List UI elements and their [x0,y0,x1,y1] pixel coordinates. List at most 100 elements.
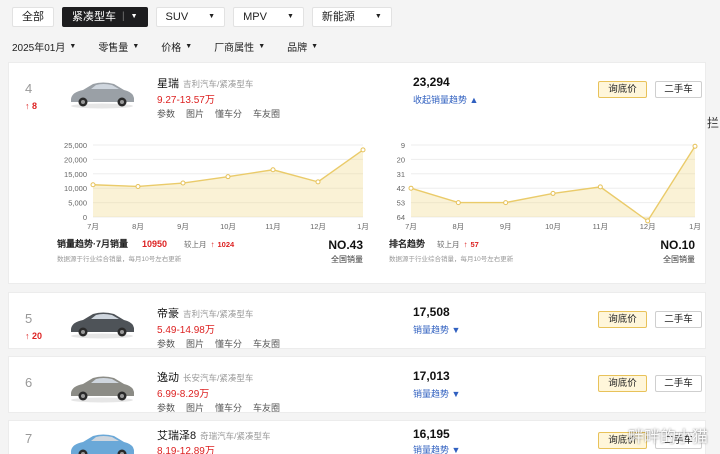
data-source-note: 数据源于行业综合销量，每月10号左右更新 [57,254,182,263]
car-name[interactable]: 星瑞 [157,78,179,90]
y-tick-label: 15,000 [64,170,87,179]
sales-trend-chart: 25,000 20,000 15,000 10,000 5,000 07月 8月 9月 10月 1… [57,141,369,264]
x-tick-label: 7月 [87,222,99,231]
car-hub [81,100,85,104]
link-score[interactable]: 懂车分 [215,401,242,414]
filter-sales-type[interactable]: 零售量 ▼ [98,39,139,54]
car-image[interactable] [67,371,137,403]
rank-change-value: 8 [32,101,38,111]
x-tick-label: 11月 [593,222,608,231]
trend-toggle[interactable]: 销量趋势 ▼ [413,443,460,454]
car-name[interactable]: 逸动 [157,372,179,384]
tab-mpv[interactable]: MPV ▼ [233,7,304,27]
footer-title: 销量趋势·7月销量 [57,238,128,249]
chevron-down-icon: ▼ [132,43,140,50]
caret-down-icon: ▼ [451,445,461,454]
car-title: 帝豪 吉利汽车/紧凑型车 [157,305,253,321]
tab-all[interactable]: 全部 [12,7,54,27]
ranking-row: 5 ↑ 20 帝豪 吉利汽车/紧凑型车 5.49-14.98万 参数 图片 懂车分… [8,292,706,349]
car-name[interactable]: 帝豪 [157,308,179,320]
car-maker: 吉利汽车/紧凑型车 [183,79,254,89]
rank-number: 4 [25,81,33,96]
used-car-button[interactable]: 二手车 [655,81,702,98]
data-point [692,143,698,149]
filter-price[interactable]: 价格 ▼ [161,39,192,54]
area-fill [93,149,363,217]
chevron-down-icon: ▼ [286,13,294,20]
link-images[interactable]: 图片 [186,401,204,414]
link-community[interactable]: 车友圈 [253,337,280,350]
up-arrow-icon: ↑ [211,240,215,249]
tab-label: SUV [165,11,189,23]
car-hub [81,330,85,334]
chevron-down-icon: ▼ [130,13,138,20]
data-point [503,200,509,206]
tab-new-energy[interactable]: 新能源 ▼ [311,7,392,27]
used-car-button[interactable]: 二手车 [655,375,702,392]
filter-label: 零售量 [98,43,129,54]
rank-change-value: 20 [32,331,43,341]
y-tick-label: 5,000 [68,199,87,208]
ask-price-button[interactable]: 询底价 [598,311,647,328]
y-tick-label: 0 [83,213,87,222]
car-hub [120,100,124,104]
link-images[interactable]: 图片 [186,337,204,350]
link-params[interactable]: 参数 [157,401,175,414]
compare-label: 较上月 [184,239,207,249]
data-point [225,174,231,180]
ask-price-button[interactable]: 询底价 [598,81,647,98]
tab-label: MPV [243,11,267,23]
ask-price-button[interactable]: 询底价 [598,375,647,392]
trend-toggle[interactable]: 销量趋势 ▼ [413,323,460,336]
tab-label: 紧凑型车 [72,11,116,23]
x-tick-label: 8月 [132,222,144,231]
trend-toggle[interactable]: 销量趋势 ▼ [413,387,460,400]
tab-label: 全部 [22,11,44,23]
chevron-down-icon: ▼ [185,43,193,50]
car-image[interactable] [67,429,137,454]
data-point [90,182,96,188]
filter-maker-type[interactable]: 厂商属性 ▼ [214,39,265,54]
link-score[interactable]: 懂车分 [215,107,242,120]
link-score[interactable]: 懂车分 [215,337,242,350]
tab-compact-car[interactable]: 紧凑型车 | ▼ [62,7,148,27]
car-maker: 吉利汽车/紧凑型车 [183,309,254,319]
sales-count: 23,294 [413,75,450,89]
link-community[interactable]: 车友圈 [253,107,280,120]
used-car-button[interactable]: 二手车 [655,311,702,328]
y-tick-label: 25,000 [64,141,87,150]
x-tick-label: 11月 [265,222,280,231]
link-params[interactable]: 参数 [157,107,175,120]
car-image[interactable] [67,307,137,339]
sales-count: 17,508 [413,305,450,319]
trend-label: 销量趋势 [413,389,450,399]
car-price: 8.19-12.89万 [157,446,215,454]
filter-label: 品牌 [287,43,308,54]
x-tick-label: 12月 [310,222,326,231]
up-arrow-icon: ↑ [25,331,30,341]
car-maker: 长安汽车/紧凑型车 [183,373,254,383]
national-rank-label: 全国销量 [663,254,695,264]
y-tick-label: 10,000 [64,184,87,193]
car-name[interactable]: 艾瑞泽8 [157,430,196,442]
link-community[interactable]: 车友圈 [253,401,280,414]
car-image[interactable] [67,77,137,109]
area-fill [411,146,695,221]
link-images[interactable]: 图片 [186,107,204,120]
trend-label: 销量趋势 [413,325,450,335]
caret-down-icon: ▼ [451,325,461,335]
chevron-down-icon: ▼ [69,43,77,50]
tab-suv[interactable]: SUV ▼ [155,7,226,27]
x-tick-label: 7月 [405,222,417,231]
link-params[interactable]: 参数 [157,337,175,350]
rank-number: 5 [25,311,33,326]
national-rank-label: 全国销量 [331,254,363,264]
car-title: 逸动 长安汽车/紧凑型车 [157,369,253,385]
car-hub [81,394,85,398]
national-rank: NO.10 [660,238,695,252]
y-tick-label: 31 [397,170,405,179]
filter-brand[interactable]: 品牌 ▼ [287,39,318,54]
filter-month[interactable]: 2025年01月 ▼ [12,39,76,54]
trend-toggle[interactable]: 收起销量趋势 ▲ [413,93,478,106]
car-links: 参数 图片 懂车分 车友圈 [157,337,280,350]
